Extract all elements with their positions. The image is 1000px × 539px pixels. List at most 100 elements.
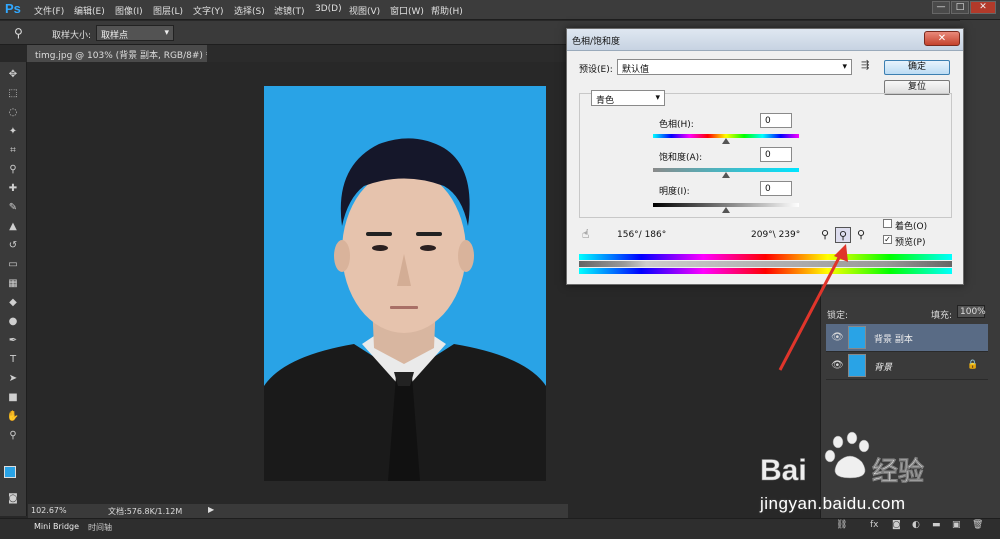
tools-panel: ✥ ⬚ ◌ ✦ ⌗ ⚲ ✚ ✎ ▲ ↺ ▭ ▦ ◆ ● ✒ T ➤ ■ ✋ ⚲ … bbox=[0, 62, 27, 516]
new-layer-icon[interactable]: ▣ bbox=[952, 520, 961, 530]
zoom-tool-icon[interactable]: ⚲ bbox=[5, 429, 21, 443]
foreground-color-swatch[interactable] bbox=[4, 466, 16, 478]
eraser-tool-icon[interactable]: ▭ bbox=[5, 258, 21, 272]
adjustment-icon[interactable]: ◐ bbox=[912, 520, 920, 530]
channel-value: 青色 bbox=[596, 96, 615, 106]
channel-select[interactable]: 青色 ▾ bbox=[591, 90, 665, 106]
colorize-label: 着色(O) bbox=[895, 222, 928, 232]
document-photo bbox=[264, 86, 546, 481]
lightness-label: 明度(I): bbox=[659, 187, 690, 197]
hue-label: 色相(H): bbox=[659, 120, 694, 130]
document-tab[interactable]: timg.jpg @ 103% (背景 副本, RGB/8#) * bbox=[27, 45, 207, 62]
shape-tool-icon[interactable]: ■ bbox=[5, 391, 21, 405]
hue-saturation-dialog: 色相/饱和度 ✕ 预设(E): 默认值 ▾ ⇶ 确定 复位 青色 ▾ 色相(H)… bbox=[566, 28, 964, 285]
sample-size-label: 取样大小: bbox=[52, 31, 92, 41]
pen-tool-icon[interactable]: ✒ bbox=[5, 334, 21, 348]
chevron-down-icon: ▾ bbox=[655, 93, 660, 103]
menu-image[interactable]: 图像(I) bbox=[115, 4, 143, 17]
dialog-title: 色相/饱和度 bbox=[572, 37, 621, 47]
layer-name: 背景 副本 bbox=[874, 335, 913, 345]
menu-file[interactable]: 文件(F) bbox=[34, 4, 64, 17]
menu-edit[interactable]: 编辑(E) bbox=[74, 4, 105, 17]
hand-adjust-icon[interactable]: ☝ bbox=[582, 227, 589, 241]
sample-size-select[interactable]: 取样点 ▾ bbox=[96, 25, 174, 41]
quick-mask-icon[interactable]: ◙ bbox=[5, 492, 21, 506]
output-spectrum-bar bbox=[579, 268, 952, 274]
restore-button[interactable]: □ bbox=[951, 1, 969, 14]
lightness-input[interactable]: 0 bbox=[760, 181, 792, 196]
magic-wand-tool-icon[interactable]: ✦ bbox=[5, 125, 21, 139]
range-slider-bar[interactable] bbox=[579, 261, 952, 267]
chevron-down-icon: ▾ bbox=[164, 28, 169, 38]
menu-type[interactable]: 文字(Y) bbox=[193, 4, 224, 17]
move-tool-icon[interactable]: ✥ bbox=[5, 68, 21, 82]
lasso-tool-icon[interactable]: ◌ bbox=[5, 106, 21, 120]
mask-icon[interactable]: ◙ bbox=[892, 520, 901, 530]
folder-icon[interactable]: ▬ bbox=[932, 520, 941, 530]
hue-slider-thumb[interactable] bbox=[722, 138, 730, 144]
colorize-checkbox[interactable] bbox=[883, 219, 892, 228]
dialog-close-button[interactable]: ✕ bbox=[924, 31, 960, 46]
svg-text:经验: 经验 bbox=[872, 456, 924, 487]
menu-layer[interactable]: 图层(L) bbox=[153, 4, 183, 17]
preset-value: 默认值 bbox=[622, 65, 650, 75]
portrait-image bbox=[264, 86, 546, 481]
hand-tool-icon[interactable]: ✋ bbox=[5, 410, 21, 424]
fill-label: 填充: bbox=[931, 311, 953, 321]
healing-brush-icon[interactable]: ✚ bbox=[5, 182, 21, 196]
stamp-tool-icon[interactable]: ▲ bbox=[5, 220, 21, 234]
menu-select[interactable]: 选择(S) bbox=[234, 4, 265, 17]
fx-icon[interactable]: fx bbox=[870, 520, 879, 530]
minimize-button[interactable]: — bbox=[932, 1, 950, 14]
trash-icon[interactable]: 🗑 bbox=[972, 520, 983, 530]
menu-filter[interactable]: 滤镜(T) bbox=[274, 4, 305, 17]
eyedropper-tool-icon[interactable]: ⚲ bbox=[14, 26, 23, 40]
red-arrow-annotation bbox=[778, 244, 848, 371]
status-menu-arrow-icon[interactable]: ▶ bbox=[208, 505, 214, 514]
lock-icon: 🔒 bbox=[967, 360, 979, 370]
path-select-icon[interactable]: ➤ bbox=[5, 372, 21, 386]
menu-view[interactable]: 视图(V) bbox=[349, 4, 380, 17]
menu-3d[interactable]: 3D(D) bbox=[315, 4, 342, 14]
hue-input[interactable]: 0 bbox=[760, 113, 792, 128]
range-left-value: 156°/ 186° bbox=[617, 230, 667, 240]
crop-tool-icon[interactable]: ⌗ bbox=[5, 144, 21, 158]
zoom-level[interactable]: 102.67% bbox=[31, 506, 67, 515]
layers-footer-icons: ⛓ fx ◙ ◐ ▬ ▣ 🗑 bbox=[826, 520, 988, 534]
link-icon[interactable]: ⛓ bbox=[836, 520, 847, 530]
menu-window[interactable]: 窗口(W) bbox=[390, 4, 424, 17]
document-size: 文档:576.8K/1.12M bbox=[108, 507, 183, 516]
type-tool-icon[interactable]: T bbox=[5, 353, 21, 367]
chevron-down-icon: ▾ bbox=[842, 62, 847, 72]
range-right-value: 209°\ 239° bbox=[751, 230, 801, 240]
brush-tool-icon[interactable]: ✎ bbox=[5, 201, 21, 215]
saturation-slider-thumb[interactable] bbox=[722, 172, 730, 178]
sample-size-value: 取样点 bbox=[101, 31, 129, 41]
history-brush-icon[interactable]: ↺ bbox=[5, 239, 21, 253]
eyedropper-tool-icon[interactable]: ⚲ bbox=[5, 163, 21, 177]
preview-checkbox[interactable]: ✓ bbox=[883, 235, 892, 244]
preset-options-icon[interactable]: ⇶ bbox=[861, 60, 869, 71]
preset-label: 预设(E): bbox=[579, 65, 613, 75]
gradient-tool-icon[interactable]: ▦ bbox=[5, 277, 21, 291]
marquee-tool-icon[interactable]: ⬚ bbox=[5, 87, 21, 101]
fill-value[interactable]: 100% bbox=[957, 305, 986, 318]
menu-bar: Ps 文件(F) 编辑(E) 图像(I) 图层(L) 文字(Y) 选择(S) 滤… bbox=[0, 0, 1000, 20]
input-spectrum-bar bbox=[579, 254, 952, 260]
saturation-label: 饱和度(A): bbox=[659, 153, 703, 163]
preset-select[interactable]: 默认值 ▾ bbox=[617, 59, 852, 75]
blur-tool-icon[interactable]: ◆ bbox=[5, 296, 21, 310]
lightness-slider-thumb[interactable] bbox=[722, 207, 730, 213]
dialog-titlebar[interactable]: 色相/饱和度 ✕ bbox=[567, 29, 963, 51]
layer-name: 背景 bbox=[874, 363, 893, 373]
svg-text:Bai: Bai bbox=[760, 454, 807, 487]
tab-timeline[interactable]: 时间轴 bbox=[88, 522, 112, 533]
menu-help[interactable]: 帮助(H) bbox=[431, 4, 463, 17]
saturation-input[interactable]: 0 bbox=[760, 147, 792, 162]
close-window-button[interactable]: ✕ bbox=[970, 1, 996, 14]
watermark-url: jingyan.baidu.com bbox=[760, 494, 906, 513]
tab-mini-bridge[interactable]: Mini Bridge bbox=[34, 522, 79, 531]
preview-label: 预览(P) bbox=[895, 238, 926, 248]
dodge-tool-icon[interactable]: ● bbox=[5, 315, 21, 329]
ok-button[interactable]: 确定 bbox=[884, 60, 950, 75]
